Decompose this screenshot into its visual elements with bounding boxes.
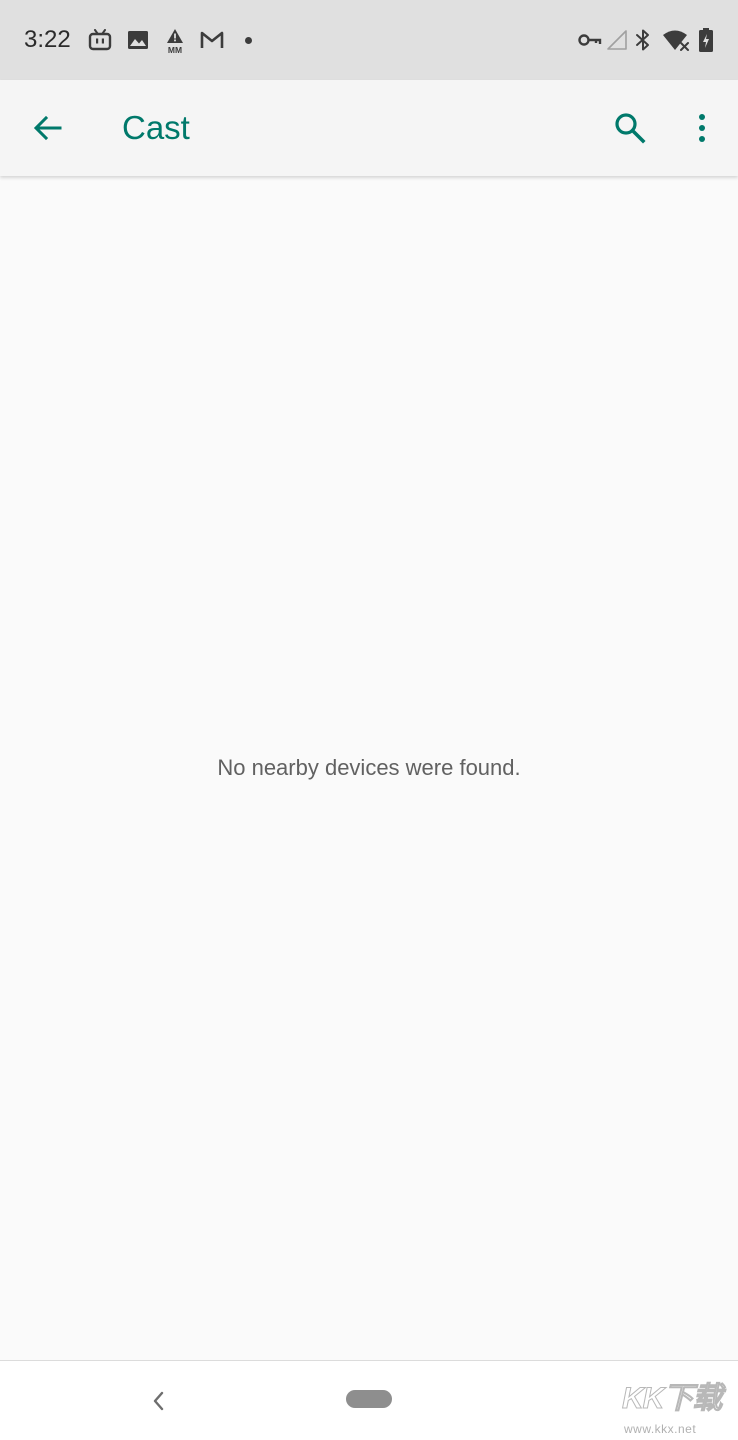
battery-charging-icon — [699, 28, 713, 52]
bilibili-icon — [88, 29, 112, 51]
cell-signal-icon — [607, 30, 627, 50]
more-options-button[interactable] — [674, 100, 730, 156]
device-list-area: No nearby devices were found. — [0, 176, 738, 1360]
gmail-icon — [200, 31, 224, 48]
svg-text:MM: MM — [168, 45, 182, 54]
bluetooth-icon — [636, 29, 649, 51]
arrow-back-icon — [33, 115, 62, 141]
page-title: Cast — [122, 109, 190, 146]
vpn-key-icon — [578, 34, 602, 46]
home-pill-icon[interactable] — [346, 1390, 392, 1408]
status-bar: 3:22 MM — [0, 0, 738, 80]
watermark-logo: KK下载 — [621, 1382, 722, 1416]
dot-icon — [245, 37, 252, 44]
wifi-off-icon — [663, 30, 689, 51]
app-bar: Cast — [0, 80, 738, 176]
back-button[interactable] — [20, 100, 76, 156]
empty-state-message: No nearby devices were found. — [217, 755, 521, 780]
image-icon — [128, 31, 148, 49]
nav-back-button[interactable] — [136, 1379, 180, 1423]
search-button[interactable] — [602, 100, 658, 156]
more-vert-icon — [699, 114, 705, 142]
chevron-left-icon — [153, 1391, 164, 1411]
search-icon — [615, 113, 646, 144]
status-time: 3:22 — [24, 26, 71, 53]
warning-mm-icon: MM — [167, 29, 183, 54]
watermark: KK下载 www.kkx.net — [618, 1382, 736, 1440]
watermark-url: www.kkx.net — [624, 1422, 697, 1436]
